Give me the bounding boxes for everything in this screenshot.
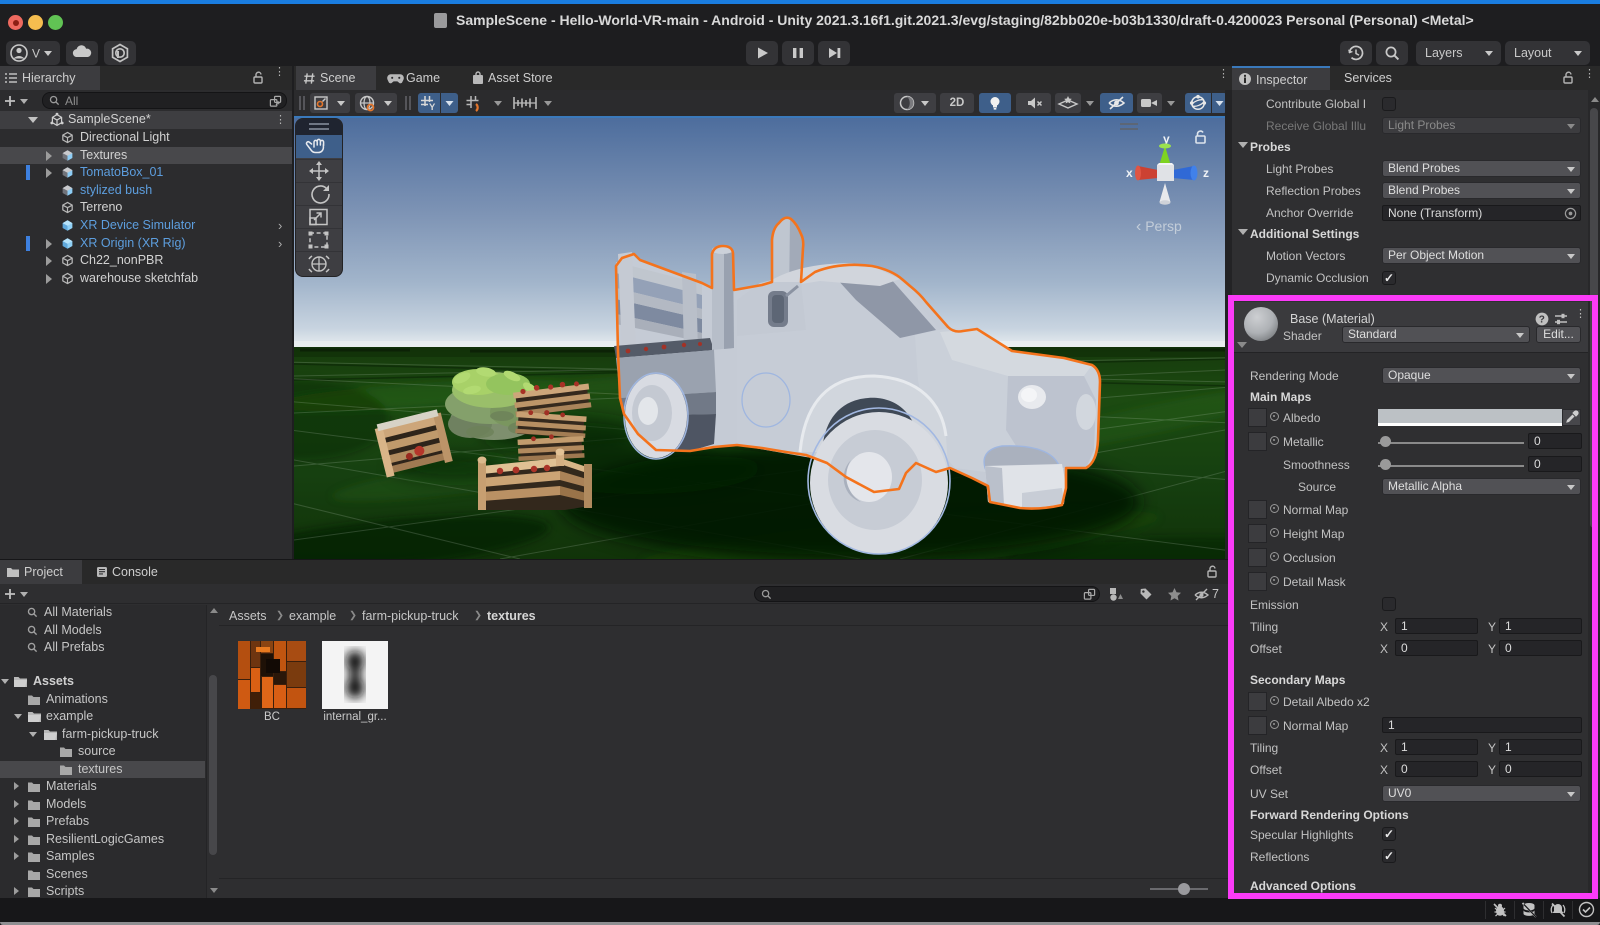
svg-text:x: x — [1126, 166, 1133, 180]
svg-text:Y: Y — [429, 102, 436, 113]
svg-text:V: V — [32, 47, 40, 61]
svg-text:z: z — [1203, 166, 1209, 180]
